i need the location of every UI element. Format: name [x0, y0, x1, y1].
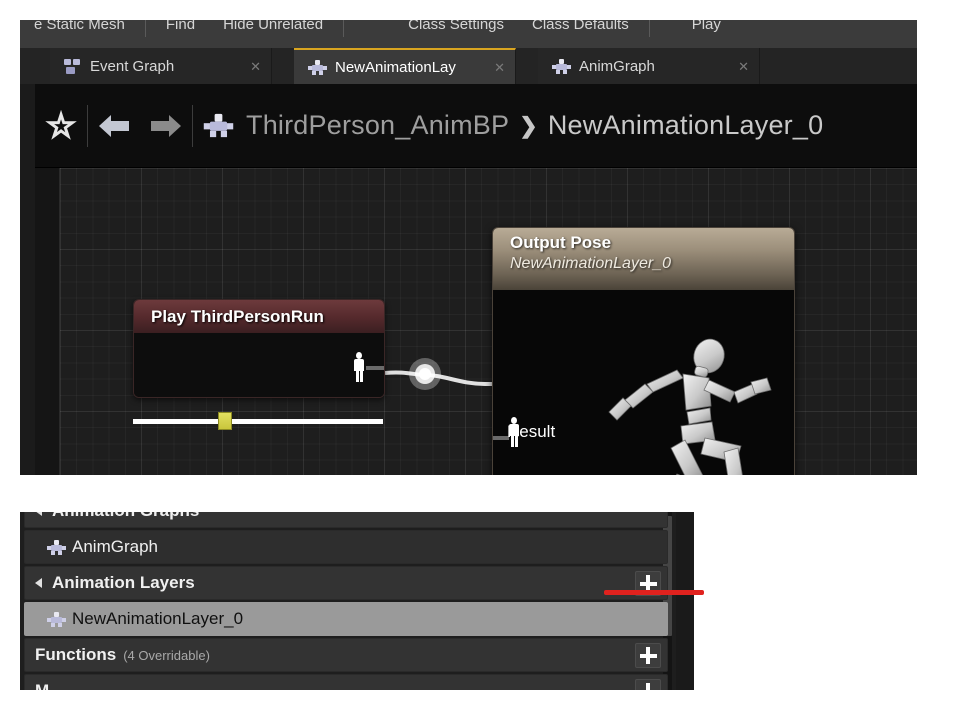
panel-right-edge [676, 512, 694, 690]
scrubber-handle[interactable] [218, 412, 232, 430]
collapse-triangle-icon[interactable] [35, 578, 42, 588]
expand-triangle-icon[interactable] [35, 512, 42, 516]
wire-node [419, 368, 431, 380]
node-output-header: Output Pose NewAnimationLayer_0 [493, 228, 794, 290]
list-item-label: Functions [35, 645, 117, 664]
tab-anim-graph[interactable]: AnimGraph ✕ [538, 48, 760, 84]
tab-anim-graph-close-icon[interactable]: ✕ [724, 60, 749, 73]
anim-graph-canvas[interactable]: Play ThirdPersonRun Output Pose NewAnima… [60, 168, 917, 475]
red-annotation-line [604, 590, 704, 595]
result-pin-row[interactable]: Result [507, 417, 555, 447]
toolbar-item-find[interactable]: Find [152, 20, 209, 42]
add-macro-button[interactable] [635, 679, 661, 690]
anim-blueprint-icon [203, 113, 234, 138]
tab-event-graph-label: Event Graph [90, 57, 175, 75]
breadcrumb-leaf[interactable]: NewAnimationLayer_0 [548, 110, 823, 141]
toolbar-separator [144, 20, 146, 37]
back-arrow-icon [99, 114, 129, 137]
tab-event-graph-close-icon[interactable]: ✕ [236, 60, 261, 73]
toolbar-separator [343, 20, 345, 37]
toolbar-separator [648, 20, 650, 37]
breadcrumb-separator-icon: ❯ [519, 112, 538, 138]
node-play-scrubber[interactable] [133, 412, 383, 430]
pose-pin-icon[interactable] [352, 352, 366, 382]
event-graph-icon [64, 58, 82, 74]
wire-glow-outer [409, 358, 441, 390]
pose-pin-icon[interactable] [507, 417, 521, 447]
my-blueprint-panel: Animation Graphs AnimGraph Animation Lay… [20, 512, 694, 690]
list-item-animation-graphs[interactable]: Animation Graphs [24, 512, 668, 528]
functions-overridable-count: (4 Overridable) [123, 647, 210, 663]
my-blueprint-list: Animation Graphs AnimGraph Animation Lay… [20, 512, 672, 690]
anim-graph-icon [47, 539, 66, 555]
node-output-body: Result [493, 290, 794, 475]
tab-new-animation-layer-close-icon[interactable]: ✕ [480, 61, 505, 74]
forward-arrow-icon [151, 114, 181, 137]
anim-layer-icon [308, 59, 327, 75]
editor-toolbar: e Static Mesh Find Hide Unrelated Class … [20, 20, 917, 48]
star-icon: ☆ [45, 107, 77, 144]
wire-glow-inner [415, 364, 435, 384]
list-item-animation-layers[interactable]: Animation Layers [24, 566, 668, 600]
breadcrumb-divider [192, 104, 193, 147]
toolbar-item-class-defaults[interactable]: Class Defaults [518, 20, 643, 42]
node-play-third-person-run[interactable]: Play ThirdPersonRun [133, 299, 385, 398]
navigate-back-button[interactable] [88, 100, 140, 152]
tab-anim-graph-label: AnimGraph [579, 57, 655, 75]
node-play-title: Play ThirdPersonRun [151, 306, 324, 326]
list-item-label: Animation Graphs [52, 512, 199, 521]
toolbar-item-hide-unrelated[interactable]: Hide Unrelated [209, 20, 337, 42]
graph-editor-panel: e Static Mesh Find Hide Unrelated Class … [20, 20, 917, 475]
list-item-functions[interactable]: Functions (4 Overridable) [24, 638, 668, 672]
toolbar-item-static-mesh[interactable]: e Static Mesh [20, 20, 139, 42]
pose-pin-stub [366, 366, 384, 370]
node-play-body [134, 333, 384, 397]
tab-event-graph[interactable]: Event Graph ✕ [50, 48, 272, 84]
node-output-pose[interactable]: Output Pose NewAnimationLayer_0 Result [492, 227, 795, 475]
list-item-label: M [35, 681, 49, 690]
breadcrumb-root[interactable]: ThirdPerson_AnimBP [246, 110, 509, 141]
screenshot-root: e Static Mesh Find Hide Unrelated Class … [0, 0, 959, 703]
navigate-forward-button[interactable] [140, 100, 192, 152]
favorite-star-button[interactable]: ☆ [35, 100, 87, 152]
breadcrumb: ThirdPerson_AnimBP ❯ NewAnimationLayer_0 [246, 110, 823, 141]
tab-new-animation-layer[interactable]: NewAnimationLay ✕ [294, 48, 516, 84]
list-item-macros[interactable]: M [24, 674, 668, 690]
node-output-title: Output Pose [510, 233, 612, 252]
toolbar-item-class-settings[interactable]: Class Settings [394, 20, 518, 42]
list-item-label: AnimGraph [72, 537, 158, 556]
node-output-subtitle: NewAnimationLayer_0 [510, 255, 671, 272]
document-tab-bar: Event Graph ✕ NewAnimationLay ✕ AnimGrap… [20, 48, 917, 84]
tab-new-animation-layer-label: NewAnimationLay [335, 58, 456, 76]
add-function-button[interactable] [635, 643, 661, 668]
list-item-label: Animation Layers [52, 573, 195, 592]
list-item-anim-graph[interactable]: AnimGraph [24, 530, 668, 564]
list-item-new-animation-layer-0[interactable]: NewAnimationLayer_0 [24, 602, 668, 636]
node-play-header: Play ThirdPersonRun [134, 300, 384, 333]
toolbar-item-play[interactable]: Play [678, 20, 735, 42]
list-item-label: NewAnimationLayer_0 [72, 609, 244, 628]
anim-graph-icon [552, 58, 571, 74]
breadcrumb-bar: ☆ ThirdPerson_AnimBP ❯ NewAnimationLayer… [35, 84, 917, 168]
scrubber-track[interactable] [133, 419, 383, 424]
anim-layer-icon [47, 611, 66, 627]
mannequin-figure-icon [608, 338, 772, 475]
graph-left-gutter [35, 168, 60, 475]
running-mannequin-preview [591, 334, 791, 475]
